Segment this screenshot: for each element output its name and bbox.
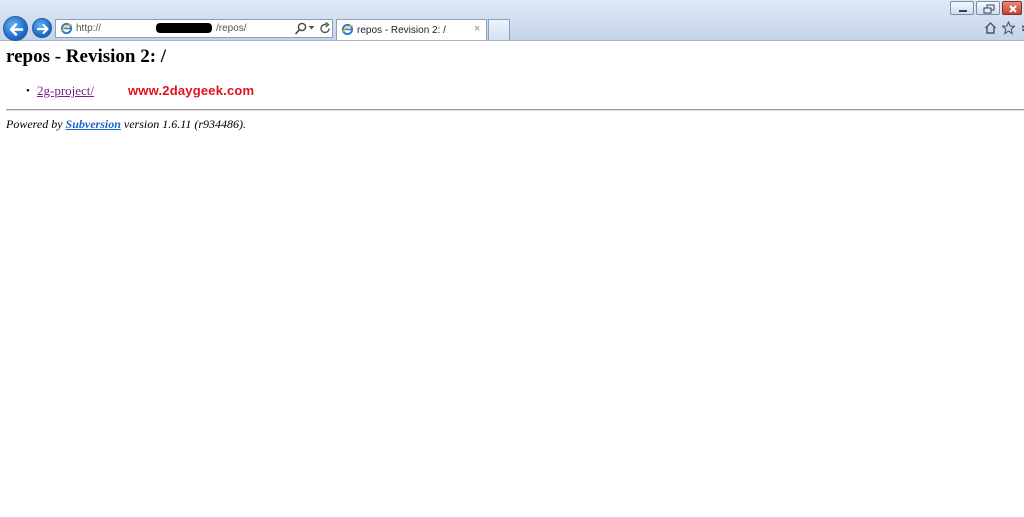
ie-page-icon <box>60 22 73 35</box>
footer-powered-by: Powered by <box>6 117 63 131</box>
url-text-path: /repos/ <box>216 23 247 34</box>
chevron-down-icon[interactable] <box>308 25 315 31</box>
back-button[interactable] <box>3 16 28 41</box>
footer: Powered by Subversion version 1.6.11 (r9… <box>6 117 246 132</box>
divider <box>6 109 1024 111</box>
browser-toolbar: http:// /repos/ repos - Revision 2: / × <box>0 0 1024 41</box>
watermark-text: www.2daygeek.com <box>128 83 255 98</box>
window-controls <box>948 1 1022 15</box>
home-icon[interactable] <box>984 21 997 35</box>
close-icon <box>1003 2 1021 14</box>
minimize-icon <box>951 2 973 14</box>
page-title: repos - Revision 2: / <box>6 46 167 67</box>
footer-version: version 1.6.11 (r934486). <box>123 117 247 131</box>
subversion-link[interactable]: Subversion <box>66 117 121 131</box>
address-bar[interactable]: http:// /repos/ <box>55 19 333 38</box>
tab-repos[interactable]: repos - Revision 2: / × <box>336 19 487 40</box>
minimize-button[interactable] <box>950 1 974 15</box>
arrow-left-icon <box>9 23 24 36</box>
new-tab-button[interactable] <box>488 19 510 40</box>
star-icon[interactable] <box>1002 21 1015 35</box>
forward-button[interactable] <box>32 18 52 38</box>
command-icons <box>984 21 1024 37</box>
ie-page-icon <box>341 23 354 36</box>
entry-link-2g-project[interactable]: 2g-project/ <box>37 83 94 99</box>
restore-icon <box>977 2 999 14</box>
close-tab-icon[interactable]: × <box>474 23 480 36</box>
restore-button[interactable] <box>976 1 1000 15</box>
search-icon[interactable] <box>294 21 308 36</box>
refresh-icon[interactable] <box>318 21 332 36</box>
bullet: • <box>26 85 30 97</box>
url-redacted-host <box>156 23 212 33</box>
tab-title: repos - Revision 2: / <box>357 25 446 36</box>
close-window-button[interactable] <box>1002 1 1022 15</box>
gear-icon[interactable] <box>1020 21 1024 35</box>
url-text-prefix: http:// <box>76 23 102 34</box>
arrow-right-icon <box>36 23 49 35</box>
